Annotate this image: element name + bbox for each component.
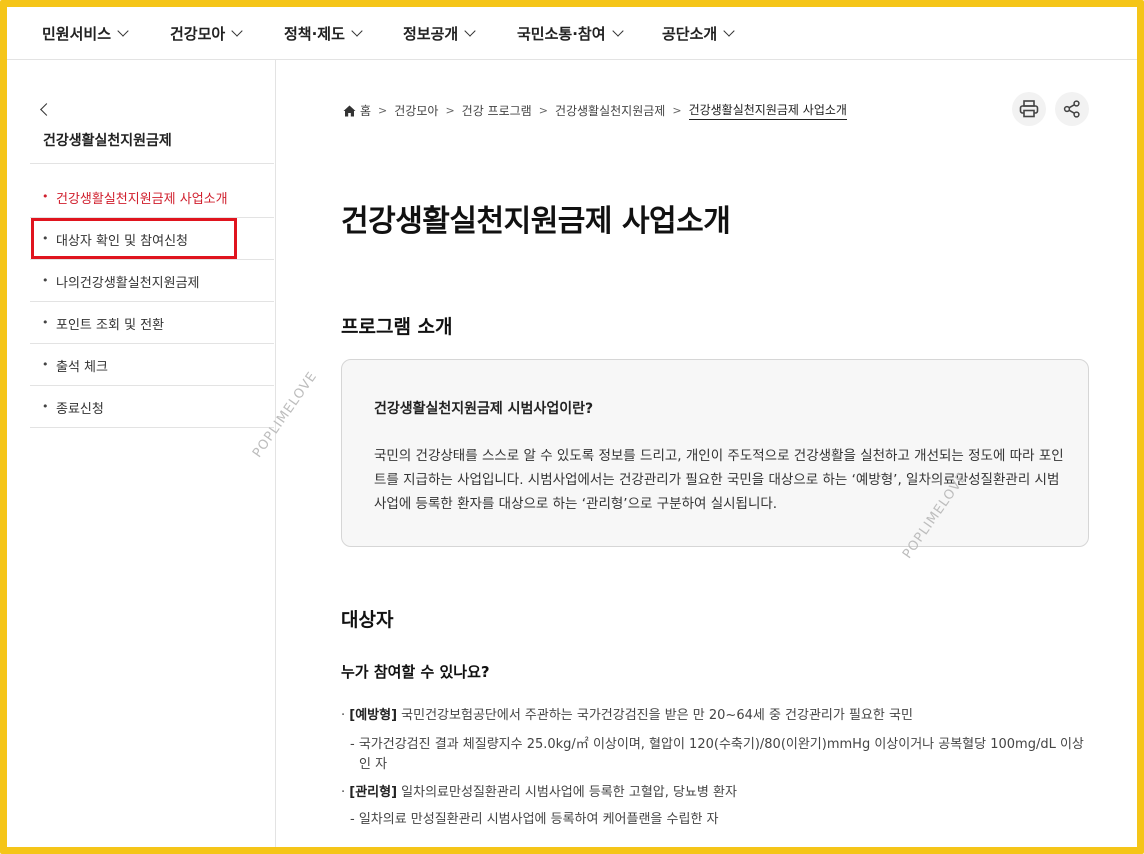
breadcrumb-separator: > [445, 104, 455, 117]
sidebar-item-label: 출석 체크 [56, 360, 108, 375]
nav-menu-label: 공단소개 [662, 25, 718, 43]
section-title-target: 대상자 [341, 609, 394, 631]
breadcrumb-item[interactable]: 건강모아 [394, 102, 438, 119]
sidebar-item-points[interactable]: • 포인트 조회 및 전환 [30, 302, 274, 344]
list-dot: · [341, 708, 346, 723]
sidebar-item-label: 나의건강생활실천지원금제 [56, 276, 200, 291]
list-dot: · [341, 785, 346, 800]
breadcrumb-current: 건강생활실천지원금제 사업소개 [688, 101, 847, 120]
breadcrumb-separator: > [538, 104, 548, 117]
printer-icon [1019, 100, 1039, 118]
sidebar-divider [30, 163, 274, 164]
sidebar-item-termination[interactable]: • 종료신청 [30, 386, 274, 428]
list-subitem-cont: 인 자 [359, 757, 388, 772]
list-text: 일차의료만성질환관리 시범사업에 등록한 고혈압, 당뇨병 환자 [397, 785, 737, 800]
sidebar-item-attendance[interactable]: • 출석 체크 [30, 344, 274, 386]
chevron-down-icon [231, 25, 243, 37]
breadcrumb: 홈 > 건강모아 > 건강 프로그램 > 건강생활실천지원금제 > 건강생활실천… [343, 101, 847, 120]
list-tag: [예방형] [349, 708, 398, 723]
chevron-down-icon [611, 25, 624, 37]
sidebar-title: 건강생활실천지원금제 [43, 133, 172, 149]
chevron-down-icon [464, 25, 476, 37]
list-subitem: - 일차의료 만성질환관리 시범사업에 등록하여 케어플랜을 수립한 자 [350, 812, 719, 827]
sidebar-item-my-program[interactable]: • 나의건강생활실천지원금제 [30, 260, 274, 302]
list-tag: [관리형] [349, 785, 398, 800]
list-text: 국민건강보험공단에서 주관하는 국가건강검진을 받은 만 20~64세 중 건강… [397, 708, 913, 723]
list-item-prevention: · [예방형] 국민건강보험공단에서 주관하는 국가건강검진을 받은 만 20~… [341, 704, 913, 723]
bullet: • [42, 358, 49, 371]
chevron-down-icon [117, 25, 129, 37]
breadcrumb-separator: > [672, 104, 682, 117]
sub-title-who: 누가 참여할 수 있나요? [341, 663, 490, 681]
share-icon [1063, 100, 1080, 118]
nav-menu-label: 정보공개 [403, 25, 459, 43]
info-box-body: 국민의 건강상태를 스스로 알 수 있도록 정보를 드리고, 개인이 주도적으로… [374, 448, 1064, 512]
breadcrumb-separator: > [378, 104, 388, 117]
chevron-down-icon [351, 25, 363, 37]
nav-menu-health-moa[interactable]: 건강모아 [170, 23, 243, 44]
bullet: • [42, 316, 49, 329]
info-box: 건강생활실천지원금제 시범사업이란? 국민의 건강상태를 스스로 알 수 있도록… [341, 359, 1089, 547]
chevron-down-icon [723, 25, 735, 37]
nav-menu-label: 정책·제도 [284, 25, 345, 43]
nav-menu-label: 민원서비스 [42, 25, 112, 43]
nav-menu-participation[interactable]: 국민소통·참여 [517, 23, 624, 44]
breadcrumb-item[interactable]: 건강 프로그램 [462, 102, 532, 119]
sidebar-item-label: 종료신청 [56, 402, 104, 417]
list-item-management: · [관리형] 일차의료만성질환관리 시범사업에 등록한 고혈압, 당뇨병 환자 [341, 781, 737, 800]
nav-menu-disclosure[interactable]: 정보공개 [403, 23, 476, 44]
list-subitem: - 국가건강검진 결과 체질량지수 25.0kg/㎡ 이상이며, 혈압이 120… [350, 737, 1084, 752]
nav-menu-label: 국민소통·참여 [517, 25, 606, 43]
nav-menu-civil-service[interactable]: 민원서비스 [42, 23, 129, 44]
sidebar-item-program-intro[interactable]: • 건강생활실천지원금제 사업소개 [30, 176, 274, 218]
nav-menu-label: 건강모아 [170, 25, 226, 43]
breadcrumb-item[interactable]: 건강생활실천지원금제 [555, 102, 665, 119]
nav-menu-policy[interactable]: 정책·제도 [284, 23, 363, 44]
section-title-program: 프로그램 소개 [341, 316, 453, 338]
home-icon [343, 105, 356, 116]
nav-menu-about[interactable]: 공단소개 [662, 23, 735, 44]
top-navigation: 민원서비스 건강모아 정책·제도 정보공개 국민소통·참여 공단소개 [7, 7, 1137, 60]
print-button[interactable] [1012, 92, 1046, 126]
info-box-title: 건강생활실천지원금제 시범사업이란? [374, 401, 594, 417]
bullet: • [42, 190, 49, 203]
page-title: 건강생활실천지원금제 사업소개 [341, 204, 731, 239]
highlight-box [31, 218, 237, 259]
sidebar-item-label: 포인트 조회 및 전환 [56, 318, 165, 333]
bullet: • [42, 400, 49, 413]
breadcrumb-home[interactable]: 홈 [360, 102, 371, 119]
back-arrow-icon[interactable] [39, 103, 51, 115]
sidebar-item-label: 건강생활실천지원금제 사업소개 [56, 192, 228, 207]
share-button[interactable] [1055, 92, 1089, 126]
bullet: • [42, 274, 49, 287]
